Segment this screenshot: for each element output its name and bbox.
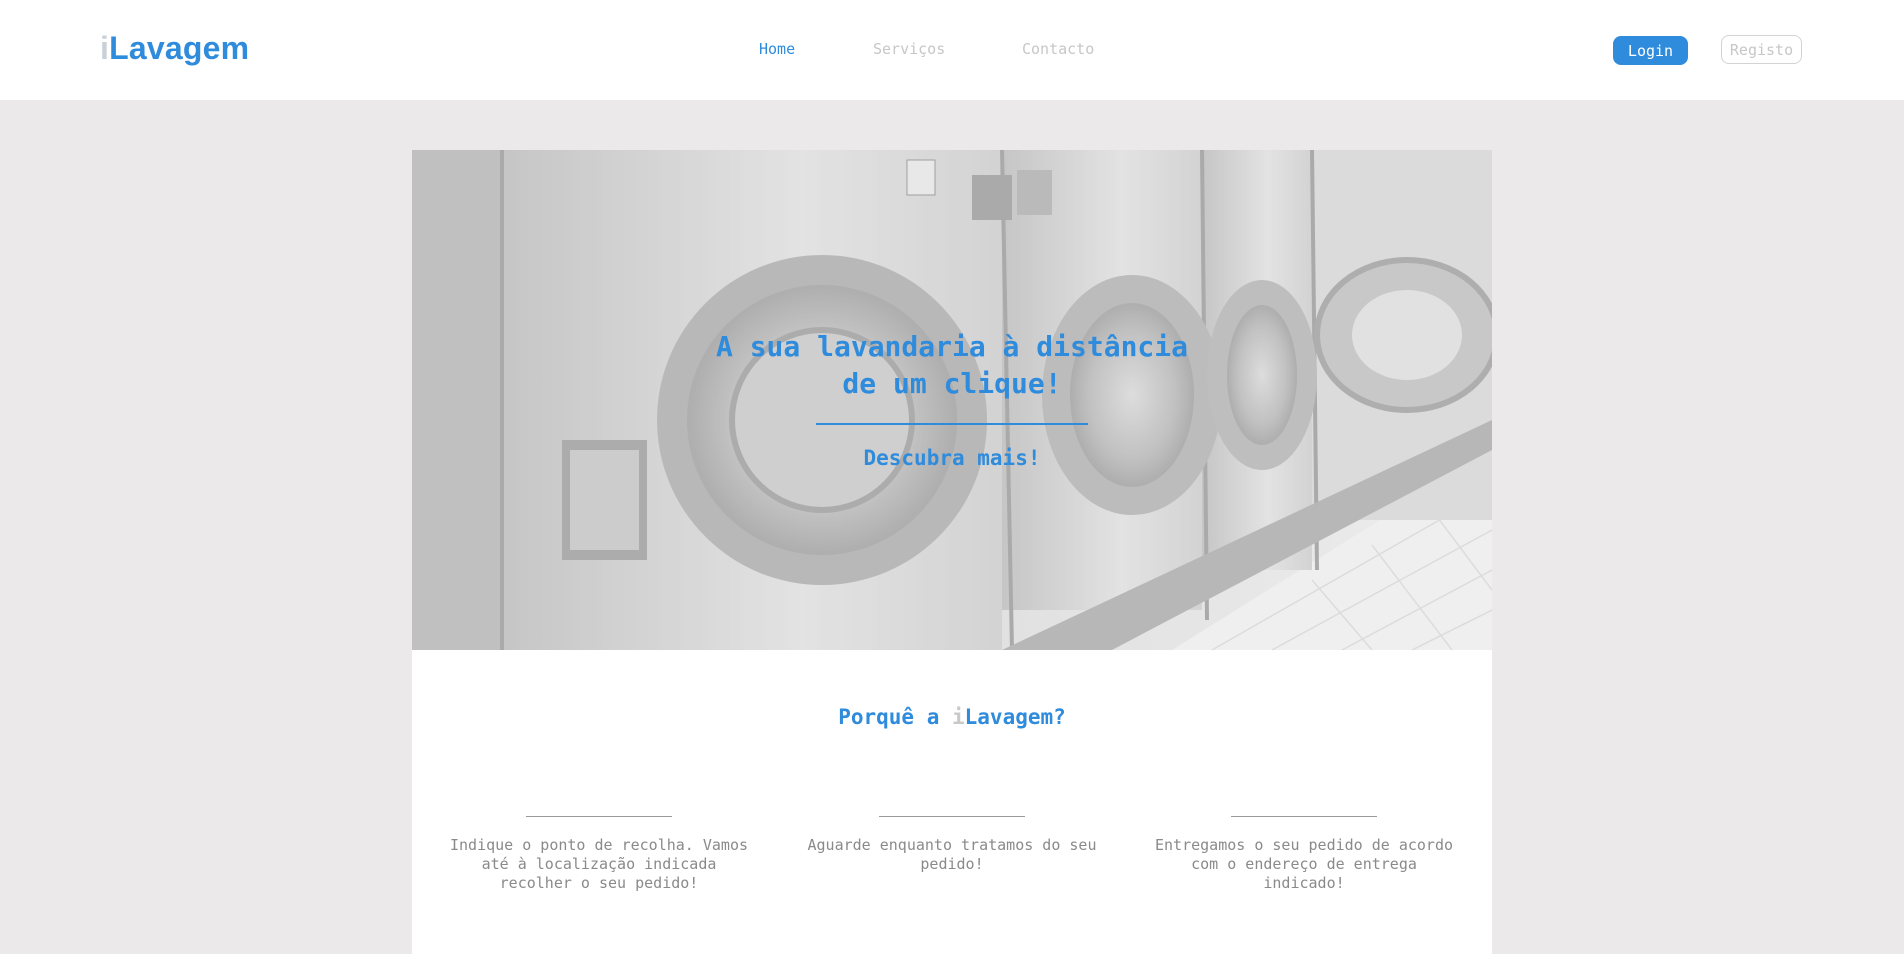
hero-title-line1: A sua lavandaria à distância bbox=[715, 330, 1188, 363]
feature-text: Entregamos o seu pedido de acordo com o … bbox=[1154, 836, 1453, 892]
why-title-prefix: Porquê a bbox=[838, 705, 952, 729]
site-header: iLavagem Home Serviços Contacto Login Re… bbox=[0, 0, 1904, 100]
feature-divider bbox=[879, 816, 1025, 817]
feature-divider bbox=[526, 816, 672, 817]
why-title-brand: Lavagem? bbox=[964, 705, 1066, 729]
hero-title: A sua lavandaria à distância de um cliqu… bbox=[412, 328, 1492, 402]
feature-pickup: Indique o ponto de recolha. Vamos até à … bbox=[449, 816, 749, 893]
nav-contacto[interactable]: Contacto bbox=[1022, 40, 1094, 58]
nav-servicos[interactable]: Serviços bbox=[873, 40, 945, 58]
why-title-brand-prefix: i bbox=[951, 705, 965, 729]
register-button[interactable]: Registo bbox=[1721, 35, 1802, 64]
feature-text: Aguarde enquanto tratamos do seu pedido! bbox=[807, 836, 1097, 873]
main-content: A sua lavandaria à distância de um cliqu… bbox=[412, 150, 1492, 954]
login-button[interactable]: Login bbox=[1613, 36, 1688, 65]
feature-delivery: Entregamos o seu pedido de acordo com o … bbox=[1154, 816, 1454, 893]
feature-processing: Aguarde enquanto tratamos do seu pedido! bbox=[802, 816, 1102, 874]
hero-title-line2: de um clique! bbox=[842, 367, 1062, 400]
hero-divider bbox=[816, 423, 1088, 425]
hero-banner: A sua lavandaria à distância de um cliqu… bbox=[412, 150, 1492, 650]
nav-home[interactable]: Home bbox=[759, 40, 795, 58]
feature-divider bbox=[1231, 816, 1377, 817]
feature-text: Indique o ponto de recolha. Vamos até à … bbox=[449, 836, 748, 892]
why-section-title: Porquê a iLavagem? bbox=[412, 705, 1492, 729]
discover-more-link[interactable]: Descubra mais! bbox=[412, 446, 1492, 470]
